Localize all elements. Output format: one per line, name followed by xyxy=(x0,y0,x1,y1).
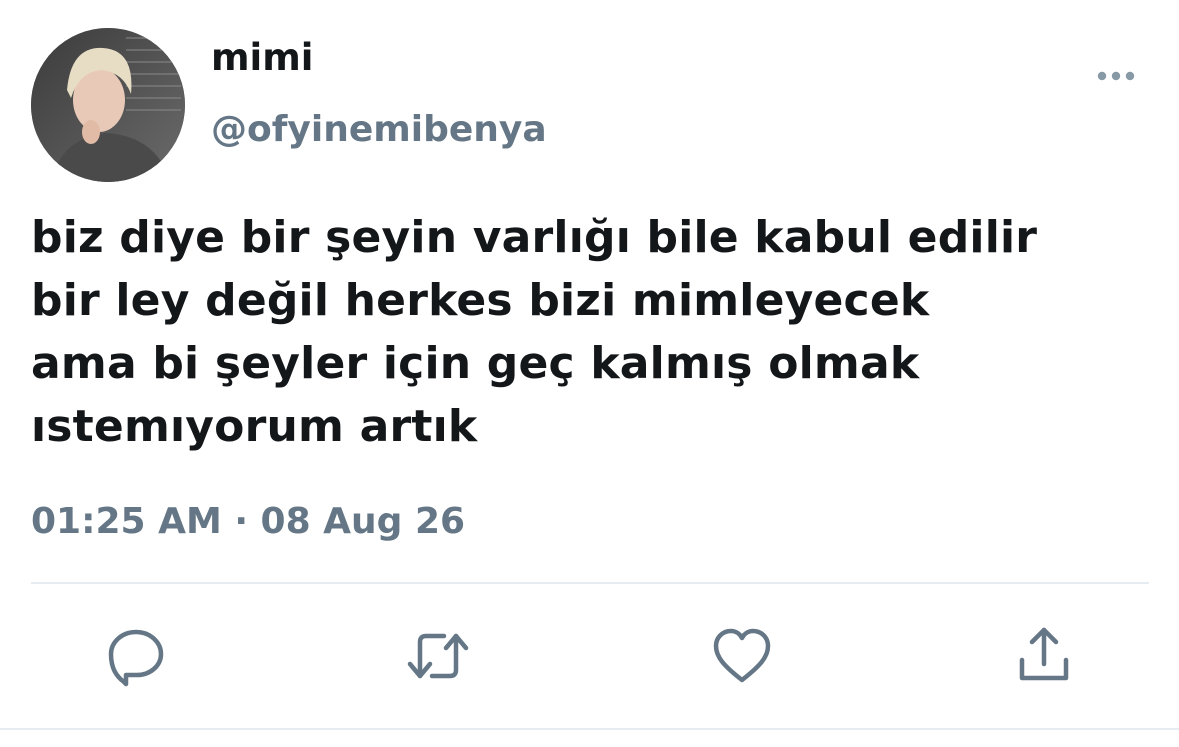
divider xyxy=(31,582,1149,584)
share-button[interactable] xyxy=(1012,624,1076,688)
share-upload-icon xyxy=(1019,627,1069,681)
bottom-border xyxy=(0,728,1179,730)
tweet-line: ıstemıyorum artık xyxy=(31,401,478,452)
display-name[interactable]: mimi xyxy=(211,36,313,80)
reply-button[interactable] xyxy=(104,624,168,688)
heart-icon xyxy=(713,628,771,683)
tweet-line: bir ley değil herkes bizi mimleyecek xyxy=(31,275,930,326)
retweet-arrows-icon xyxy=(407,633,469,679)
tweet-line: ama bi şeyler için geç kalmış olmak xyxy=(31,338,920,389)
avatar[interactable] xyxy=(31,28,185,182)
tweet-line: biz diye bir şeyin varlığı bile kabul ed… xyxy=(31,212,1038,263)
more-options-icon[interactable] xyxy=(1088,64,1144,88)
retweet-button[interactable] xyxy=(406,624,470,688)
tweet-text: biz diye bir şeyin varlığı bile kabul ed… xyxy=(31,206,1171,458)
tweet-timestamp[interactable]: 01:25 AM · 08 Aug 26 xyxy=(31,500,465,543)
speech-bubble-icon xyxy=(108,629,164,687)
profile-photo-icon xyxy=(31,28,185,182)
user-handle[interactable]: @ofyinemibenya xyxy=(211,108,547,151)
like-button[interactable] xyxy=(710,624,774,688)
